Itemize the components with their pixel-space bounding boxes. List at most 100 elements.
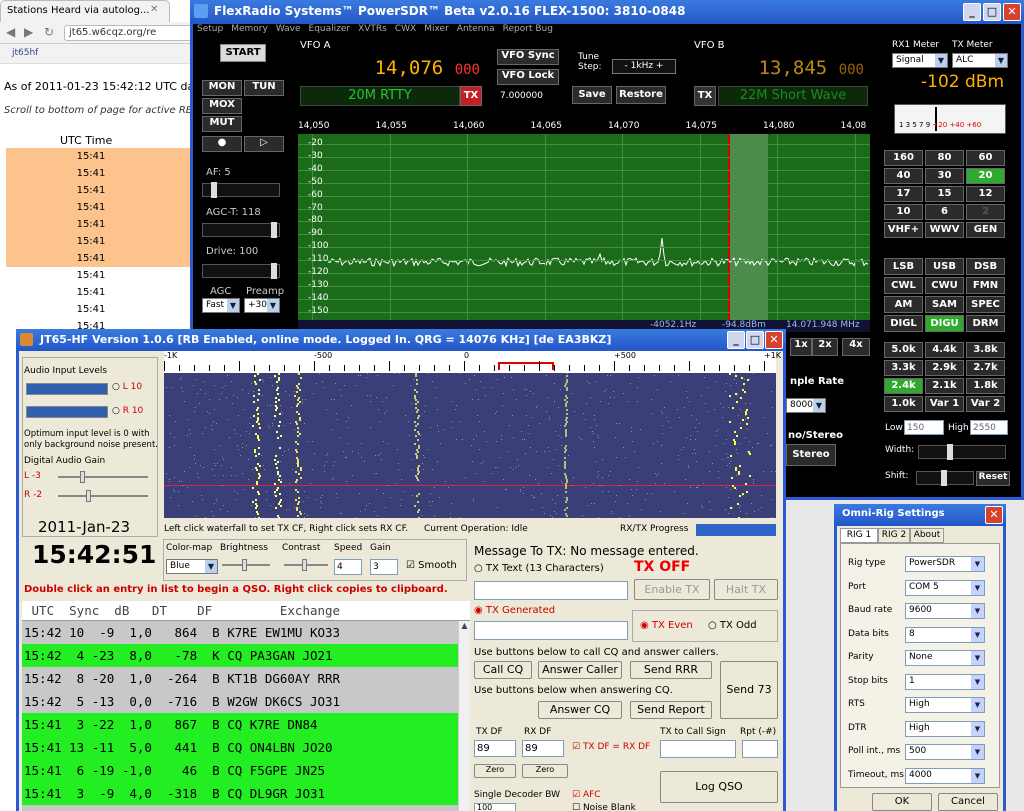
decode-list[interactable]: 15:42 10 -9 1,0 864 B K7RE EW1MU KO33 15:… bbox=[22, 621, 458, 811]
btn-filters-1-8k[interactable]: 1.8k bbox=[966, 378, 1005, 394]
reload-icon[interactable]: ↻ bbox=[44, 25, 54, 39]
high-input[interactable]: 2550 bbox=[970, 420, 1008, 435]
btn-bands-gen[interactable]: GEN bbox=[966, 222, 1005, 238]
btn-modes-drm[interactable]: DRM bbox=[966, 315, 1005, 332]
restore-button[interactable]: Restore bbox=[616, 86, 666, 104]
play-icon[interactable]: ▷ bbox=[244, 136, 284, 152]
decode-row[interactable]: 15:42 4 -23 8,0 -78 K CQ PA3GAN JO21 bbox=[22, 644, 458, 667]
omni-field-poll-int-ms[interactable]: 500 ▼ bbox=[905, 744, 985, 760]
btn-filters-4-4k[interactable]: 4.4k bbox=[925, 342, 964, 358]
decode-row[interactable]: 15:41 6 -19 -1,0 46 B CQ F5GPE JN25 bbox=[22, 759, 458, 782]
tx-generated-radio[interactable]: ◉ TX Generated bbox=[474, 605, 555, 616]
btn-filters-2-9k[interactable]: 2.9k bbox=[925, 360, 964, 376]
tune-step-select[interactable]: - 1kHz + bbox=[612, 59, 676, 74]
noise-blank-checkbox[interactable]: ☐ Noise Blank bbox=[572, 803, 636, 811]
cancel-button[interactable]: Cancel bbox=[938, 793, 998, 811]
tx-odd-radio[interactable]: ○ TX Odd bbox=[708, 620, 757, 631]
rx-meter-select[interactable]: Signal ▼ bbox=[892, 53, 948, 68]
tab-rig2[interactable]: RIG 2 bbox=[878, 528, 910, 543]
menu-item-report-bug[interactable]: Report Bug bbox=[503, 24, 553, 34]
vfob-tx-button[interactable]: TX bbox=[694, 86, 716, 106]
tx-meter-select[interactable]: ALC ▼ bbox=[952, 53, 1008, 68]
vfoa-frequency[interactable]: 14,076 000 bbox=[300, 52, 484, 84]
gain-spinner[interactable]: 3 bbox=[370, 559, 398, 575]
brightness-slider[interactable] bbox=[222, 559, 270, 571]
record-icon[interactable]: ● bbox=[202, 136, 242, 152]
ok-button[interactable]: OK bbox=[872, 793, 932, 811]
btn-modes-digu[interactable]: DIGU bbox=[925, 315, 964, 332]
btn-bands-10[interactable]: 10 bbox=[884, 204, 923, 220]
rx-df-spinner[interactable]: 89 bbox=[522, 740, 564, 757]
btn-bands-20[interactable]: 20 bbox=[966, 168, 1005, 184]
menu-item-setup[interactable]: Setup bbox=[197, 24, 223, 34]
forward-icon[interactable]: ▶ bbox=[24, 25, 33, 39]
scroll-up-icon[interactable]: ▲ bbox=[459, 621, 470, 630]
rpt-input[interactable] bbox=[742, 740, 778, 758]
tx-call-input[interactable] bbox=[660, 740, 736, 758]
colormap-select[interactable]: Blue ▼ bbox=[166, 559, 218, 574]
decode-row[interactable]: 15:42 5 -13 0,0 -716 B W2GW DK6CS JO31 bbox=[22, 690, 458, 713]
btn-bands-15[interactable]: 15 bbox=[925, 186, 964, 202]
browser-tab[interactable]: Stations Heard via autolog... bbox=[0, 0, 170, 22]
menu-item-mixer[interactable]: Mixer bbox=[424, 24, 449, 34]
back-icon[interactable]: ◀ bbox=[6, 25, 15, 39]
btn-modes-lsb[interactable]: LSB bbox=[884, 258, 923, 275]
speed-spinner[interactable]: 4 bbox=[334, 559, 362, 575]
bookmark-link[interactable]: jt65hf bbox=[12, 48, 38, 58]
low-input[interactable]: 150 bbox=[904, 420, 944, 435]
mon-button[interactable]: MON bbox=[202, 80, 242, 96]
tun-button[interactable]: TUN bbox=[244, 80, 284, 96]
close-icon[interactable]: ✕ bbox=[1003, 3, 1021, 21]
decode-row[interactable]: 15:41 14 -9 7,0 -581 B VE3EK ES2MA KO29 bbox=[22, 805, 458, 811]
drive-slider[interactable] bbox=[202, 263, 280, 279]
btn-bands-30[interactable]: 30 bbox=[925, 168, 964, 184]
omni-field-data-bits[interactable]: 8 ▼ bbox=[905, 626, 985, 643]
left-gain-slider[interactable] bbox=[58, 471, 148, 483]
menu-item-cwx[interactable]: CWX bbox=[395, 24, 416, 34]
shift-slider[interactable] bbox=[916, 470, 974, 486]
send-73-button[interactable]: Send 73 bbox=[720, 661, 778, 719]
menu-item-memory[interactable]: Memory bbox=[231, 24, 268, 34]
afc-checkbox[interactable]: ☑ AFC bbox=[572, 790, 601, 800]
btn-bands-12[interactable]: 12 bbox=[966, 186, 1005, 202]
btn-bands-40[interactable]: 40 bbox=[884, 168, 923, 184]
maximize-icon[interactable]: □ bbox=[983, 3, 1001, 21]
list-scrollbar[interactable]: ▲ bbox=[458, 621, 470, 811]
mut-button[interactable]: MUT bbox=[202, 116, 242, 132]
decode-row[interactable]: 15:41 13 -11 5,0 441 B CQ ON4LBN JO20 bbox=[22, 736, 458, 759]
call-cq-button[interactable]: Call CQ bbox=[474, 661, 532, 679]
omni-field-baud-rate[interactable]: 9600 ▼ bbox=[905, 603, 985, 619]
btn-bands-60[interactable]: 60 bbox=[966, 150, 1005, 166]
menu-item-antenna[interactable]: Antenna bbox=[457, 24, 495, 34]
tab-about[interactable]: About bbox=[910, 528, 944, 543]
tx-text-radio[interactable]: ○ TX Text (13 Characters) bbox=[474, 563, 604, 574]
zoom-4x-button[interactable]: 4x bbox=[842, 338, 870, 356]
vfo-sync-button[interactable]: VFO Sync bbox=[497, 49, 559, 65]
decode-row[interactable]: 15:41 3 -22 1,0 867 B CQ K7RE DN84 bbox=[22, 713, 458, 736]
start-button[interactable]: START bbox=[220, 44, 266, 62]
btn-modes-digl[interactable]: DIGL bbox=[884, 315, 923, 332]
decoder-bw-spinner[interactable]: 100 bbox=[474, 803, 516, 811]
answer-cq-button[interactable]: Answer CQ bbox=[538, 701, 622, 719]
omni-field-dtr[interactable]: High ▼ bbox=[905, 720, 985, 737]
close-icon[interactable]: ✕ bbox=[765, 331, 783, 349]
tx-zero-button[interactable]: Zero bbox=[474, 764, 516, 778]
zoom-1x-button[interactable]: 1x bbox=[790, 338, 812, 356]
btn-filters-3-8k[interactable]: 3.8k bbox=[966, 342, 1005, 358]
btn-modes-fmn[interactable]: FMN bbox=[966, 277, 1005, 294]
btn-bands-17[interactable]: 17 bbox=[884, 186, 923, 202]
btn-modes-cwu[interactable]: CWU bbox=[925, 277, 964, 294]
agc-select[interactable]: Fast ▼ bbox=[202, 298, 240, 313]
btn-filters-5-0k[interactable]: 5.0k bbox=[884, 342, 923, 358]
contrast-slider[interactable] bbox=[284, 559, 328, 571]
url-bar[interactable]: jt65.w6cqz.org/re bbox=[64, 25, 200, 41]
btn-filters-2-7k[interactable]: 2.7k bbox=[966, 360, 1005, 376]
btn-bands-6[interactable]: 6 bbox=[925, 204, 964, 220]
btn-filters-1-0k[interactable]: 1.0k bbox=[884, 396, 923, 412]
btn-filters-2-4k[interactable]: 2.4k bbox=[884, 378, 923, 394]
btn-bands-80[interactable]: 80 bbox=[925, 150, 964, 166]
sample-rate-select[interactable]: 8000 ▼ bbox=[786, 398, 826, 413]
smooth-checkbox[interactable]: ☑ Smooth bbox=[406, 560, 457, 571]
minimize-icon[interactable]: _ bbox=[727, 331, 745, 349]
omni-field-port[interactable]: COM 5 ▼ bbox=[905, 579, 985, 596]
